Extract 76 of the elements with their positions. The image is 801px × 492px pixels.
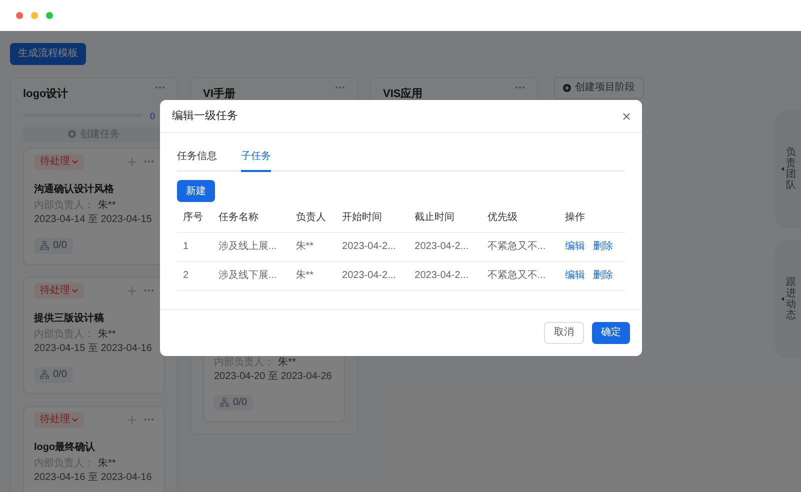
- close-icon[interactable]: [623, 112, 630, 120]
- table-cell: 朱**: [290, 261, 336, 290]
- side-panel-tab[interactable]: 跟进动态: [775, 240, 801, 358]
- plus-icon[interactable]: [128, 286, 136, 294]
- ellipsis-icon[interactable]: [144, 418, 154, 421]
- column-header: 负责人: [290, 204, 336, 232]
- owner-name: 朱**: [98, 200, 116, 212]
- confirm-button[interactable]: 确定: [592, 322, 630, 344]
- table-cell: 1: [177, 232, 212, 261]
- progress-reading: 0: [150, 110, 155, 120]
- status-tag[interactable]: 待处理: [34, 154, 84, 170]
- action-link[interactable]: 编辑: [564, 268, 585, 283]
- table-cell: 2023-04-2...: [336, 261, 409, 290]
- plus-icon[interactable]: [128, 158, 136, 166]
- column-header: 任务名称: [212, 204, 290, 232]
- table-cell: 2023-04-2...: [408, 232, 482, 261]
- action-link[interactable]: 删除: [592, 268, 613, 283]
- hierarchy-icon: [40, 370, 49, 379]
- caret-left-icon: [781, 167, 784, 171]
- table-cell: 朱**: [290, 232, 336, 261]
- ellipsis-icon[interactable]: [335, 86, 345, 88]
- hierarchy-icon: [220, 398, 229, 407]
- action-link[interactable]: 删除: [592, 239, 613, 254]
- subtask-count: 0/0: [53, 368, 67, 380]
- ellipsis-icon[interactable]: [144, 160, 154, 163]
- plus-circle-icon: [563, 84, 571, 92]
- stage-title: logo设计: [23, 88, 68, 100]
- status-tag[interactable]: 待处理: [34, 412, 84, 428]
- owner-name: 朱**: [278, 356, 296, 368]
- date-range: 2023-04-20 至 2023-04-26: [214, 370, 333, 382]
- task-title: 提供三版设计稿: [34, 312, 105, 324]
- plus-circle-icon: [68, 130, 76, 138]
- table-cell: 涉及线下展...: [212, 261, 290, 290]
- column-header: 优先级: [481, 204, 559, 232]
- side-panel-tab[interactable]: 负责团队: [775, 110, 801, 228]
- task-title: 沟通确认设计风格: [34, 184, 115, 196]
- ellipsis-icon[interactable]: [515, 86, 525, 88]
- column-header: 序号: [177, 204, 212, 232]
- table-cell: 不紧急又不...: [481, 261, 559, 290]
- side-tab-label: 负责团队: [786, 147, 796, 191]
- stage-title: VIS应用: [383, 88, 423, 100]
- chevron-down-icon: [72, 160, 78, 164]
- cancel-button[interactable]: 取消: [544, 322, 584, 344]
- owner-name: 朱**: [98, 328, 116, 340]
- table-cell: 2: [177, 261, 212, 290]
- owner-name: 朱**: [98, 458, 116, 470]
- date-range: 2023-04-15 至 2023-04-16: [34, 342, 153, 354]
- table-cell: 涉及线上展...: [212, 232, 290, 261]
- table-cell: 2023-04-2...: [336, 232, 409, 261]
- column-header: 开始时间: [336, 204, 409, 232]
- column-header: 截止时间: [408, 204, 482, 232]
- generate-template-button[interactable]: 生成流程模板: [10, 42, 86, 64]
- subtask-count: 0/0: [53, 240, 67, 252]
- date-range: 2023-04-16 至 2023-04-16: [34, 472, 153, 484]
- ellipsis-icon[interactable]: [155, 86, 165, 88]
- task-title: logo最终确认: [34, 442, 96, 454]
- chevron-down-icon: [72, 418, 78, 422]
- tab[interactable]: 任务信息: [177, 149, 217, 172]
- chevron-down-icon: [72, 288, 78, 292]
- ellipsis-icon[interactable]: [144, 289, 154, 292]
- stage-title: VI手册: [203, 88, 236, 100]
- tab[interactable]: 子任务: [241, 149, 271, 172]
- plus-icon[interactable]: [128, 416, 136, 424]
- date-range: 2023-04-14 至 2023-04-15: [34, 214, 153, 226]
- create-stage-button[interactable]: 创建项目阶段: [554, 76, 644, 98]
- status-tag[interactable]: 待处理: [34, 282, 84, 298]
- modal-title: 编辑一级任务: [172, 108, 238, 124]
- side-tab-label: 跟进动态: [786, 277, 796, 321]
- new-button[interactable]: 新建: [177, 180, 215, 202]
- column-header: 操作: [558, 204, 625, 232]
- action-link[interactable]: 编辑: [564, 239, 585, 254]
- caret-left-icon: [781, 297, 784, 301]
- table-cell: 不紧急又不...: [481, 232, 559, 261]
- hierarchy-icon: [40, 241, 49, 250]
- subtask-count: 0/0: [233, 396, 247, 408]
- table-cell: 2023-04-2...: [408, 261, 482, 290]
